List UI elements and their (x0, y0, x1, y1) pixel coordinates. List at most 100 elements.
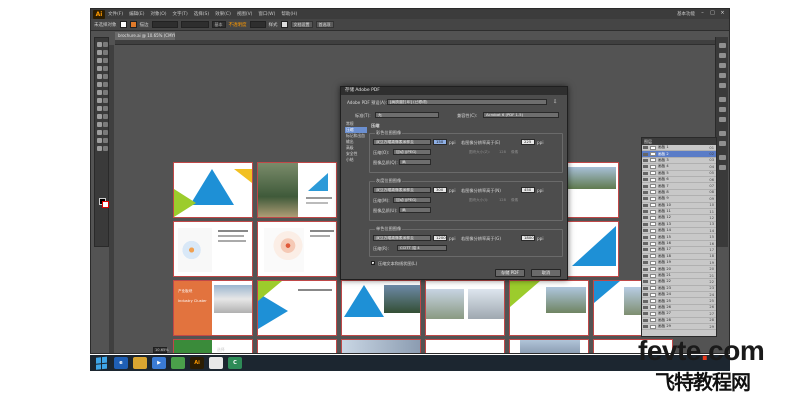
direct-selection-tool-icon[interactable] (103, 42, 108, 47)
transparency-panel-icon[interactable] (719, 117, 726, 122)
visibility-icon[interactable] (643, 216, 648, 220)
menu-window[interactable]: 窗口(W) (258, 11, 275, 17)
menu-object[interactable]: 对象(O) (150, 11, 166, 17)
color-tile-value[interactable]: 128 (499, 150, 506, 154)
artboard-thumbnail[interactable] (173, 339, 253, 353)
paintbrush-tool-icon[interactable] (97, 74, 102, 79)
artboards-panel-icon[interactable] (719, 165, 726, 170)
layers-panel-tab[interactable]: 图层 (642, 138, 716, 145)
visibility-icon[interactable] (643, 242, 648, 246)
variable-width-select[interactable] (180, 21, 209, 28)
selection-tool-icon[interactable] (97, 42, 102, 47)
minimize-icon[interactable]: – (698, 10, 707, 17)
visibility-icon[interactable] (643, 190, 648, 194)
green-c-icon[interactable]: C (228, 357, 242, 369)
magic-wand-tool-icon[interactable] (97, 50, 102, 55)
media-icon[interactable]: ▶ (152, 357, 166, 369)
explorer-icon[interactable] (133, 357, 147, 369)
color-ppi-input[interactable]: 150 (433, 139, 447, 145)
stroke-color-swatch[interactable] (129, 21, 137, 28)
artboard-thumbnail[interactable] (561, 221, 619, 277)
gray-ppi-input[interactable]: 300 (433, 187, 447, 193)
mesh-tool-icon[interactable] (97, 114, 102, 119)
artboard-thumbnail[interactable] (509, 280, 589, 336)
gradient-tool-icon[interactable] (103, 114, 108, 119)
graphic-styles-panel-icon[interactable] (719, 141, 726, 146)
illustrator-icon[interactable]: Ai (190, 357, 204, 369)
menu-select[interactable]: 选择(S) (194, 11, 209, 17)
artboard-tool-icon[interactable] (97, 138, 102, 143)
ie-icon[interactable]: e (114, 357, 128, 369)
visibility-icon[interactable] (643, 305, 648, 309)
stroke-weight-input[interactable] (151, 21, 178, 28)
visibility-icon[interactable] (643, 293, 648, 297)
document-tab[interactable]: brochure.ai @ 10.65% (CMYK/预览) (115, 32, 175, 40)
visibility-icon[interactable] (643, 171, 648, 175)
visibility-icon[interactable] (643, 286, 648, 290)
visibility-icon[interactable] (643, 318, 648, 322)
opacity-input[interactable] (249, 21, 266, 28)
artboard-thumbnail[interactable] (341, 280, 421, 336)
menu-file[interactable]: 文件(F) (108, 11, 123, 17)
visibility-icon[interactable] (643, 325, 648, 329)
visibility-icon[interactable] (643, 165, 648, 169)
gray-compression-select[interactable]: 自动 (JPEG) (393, 197, 431, 203)
color-guide-panel-icon[interactable] (719, 53, 726, 58)
visibility-icon[interactable] (643, 229, 648, 233)
artboard-thumbnail[interactable]: Industry Cluster 产业板块 (173, 280, 253, 336)
artboard-thumbnail[interactable] (561, 162, 619, 218)
visibility-icon[interactable] (643, 203, 648, 207)
pencil-tool-icon[interactable] (103, 74, 108, 79)
menu-view[interactable]: 视图(V) (237, 11, 253, 17)
artboard-thumbnail[interactable] (257, 280, 337, 336)
visibility-icon[interactable] (643, 267, 648, 271)
artboard-thumbnail[interactable] (173, 162, 253, 218)
cancel-button[interactable]: 取消 (531, 269, 561, 277)
zoom-tool-icon[interactable] (103, 146, 108, 151)
opacity-label[interactable]: 不透明度 (229, 22, 247, 28)
visibility-icon[interactable] (643, 235, 648, 239)
dialog-nav-item[interactable]: 小结 (345, 157, 367, 163)
color-quality-select[interactable]: 高 (399, 159, 431, 165)
menu-effect[interactable]: 效果(C) (215, 11, 231, 17)
artboard-thumbnail[interactable] (257, 339, 337, 353)
mono-ppi-input[interactable]: 1200 (433, 235, 447, 241)
eraser-tool-icon[interactable] (103, 82, 108, 87)
blend-tool-icon[interactable] (103, 122, 108, 127)
visibility-icon[interactable] (643, 152, 648, 156)
symbol-sprayer-tool-icon[interactable] (97, 130, 102, 135)
color-compression-select[interactable]: 自动 (JPEG) (393, 149, 431, 155)
blob-brush-tool-icon[interactable] (97, 82, 102, 87)
white-app-icon[interactable] (209, 357, 223, 369)
visibility-icon[interactable] (643, 254, 648, 258)
visibility-icon[interactable] (643, 158, 648, 162)
visibility-icon[interactable] (643, 222, 648, 226)
preferences-button[interactable]: 首选项 (315, 21, 334, 28)
standard-select[interactable]: 无 (375, 112, 439, 118)
line-tool-icon[interactable] (97, 66, 102, 71)
artboard-thumbnail[interactable] (173, 221, 253, 277)
brushes-panel-icon[interactable] (719, 73, 726, 78)
brush-select[interactable]: 基本 (211, 21, 226, 28)
vertical-ruler[interactable] (109, 45, 114, 353)
color-resample-select[interactable]: 双立方缩减像素采样至 (373, 139, 431, 145)
width-tool-icon[interactable] (97, 98, 102, 103)
visibility-icon[interactable] (643, 210, 648, 214)
artboard-thumbnail[interactable] (257, 162, 337, 218)
column-graph-tool-icon[interactable] (103, 130, 108, 135)
rotate-tool-icon[interactable] (97, 90, 102, 95)
artboard-thumbnail[interactable] (425, 280, 505, 336)
pen-tool-icon[interactable] (97, 58, 102, 63)
lasso-tool-icon[interactable] (103, 50, 108, 55)
rectangle-tool-icon[interactable] (103, 66, 108, 71)
workspace-switcher[interactable]: 基本功能 (677, 11, 695, 17)
mono-compression-select[interactable]: CCITT 组 4 (397, 245, 447, 251)
perspective-grid-tool-icon[interactable] (103, 106, 108, 111)
artboard-thumbnail[interactable] (425, 339, 505, 353)
layers-panel-icon[interactable] (719, 155, 726, 160)
preset-select[interactable]: [高质量打印] (已修改) (387, 99, 547, 105)
layer-row[interactable]: 画板 29 29 (642, 324, 716, 331)
stroke-swatch[interactable] (102, 201, 109, 208)
fill-color-swatch[interactable] (119, 21, 127, 28)
horizontal-ruler[interactable] (115, 40, 715, 45)
